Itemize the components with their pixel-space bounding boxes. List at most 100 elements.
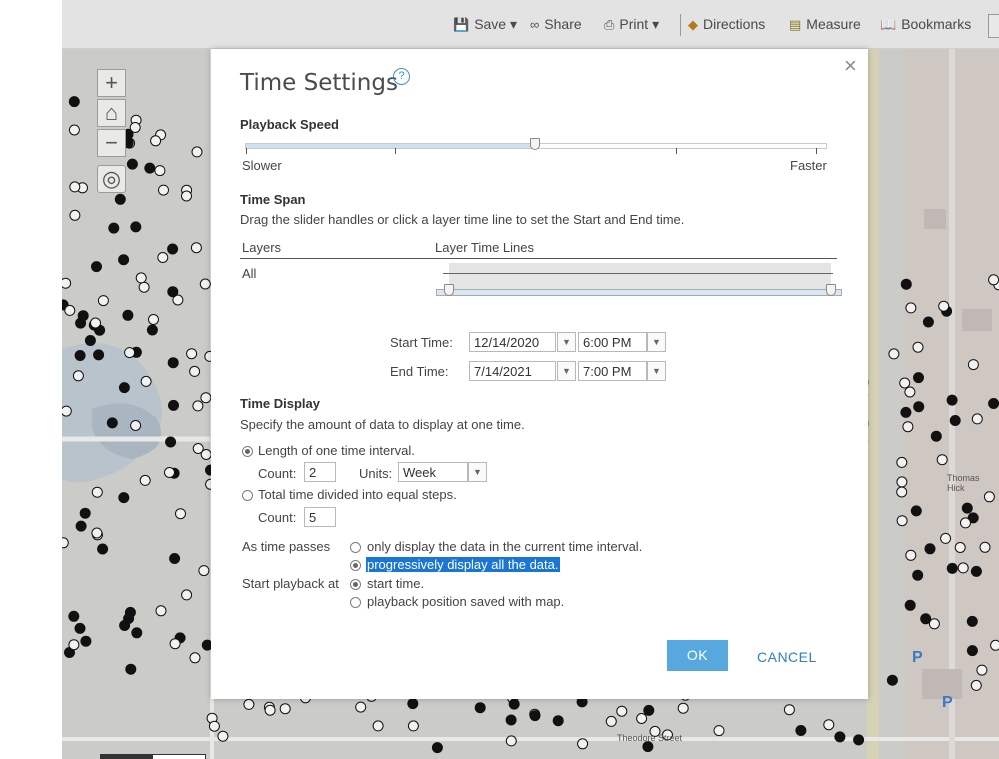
map-feature-point[interactable]: [157, 252, 169, 263]
map-feature-point[interactable]: [902, 421, 914, 433]
map-feature-point[interactable]: [69, 181, 81, 193]
map-feature-point[interactable]: [175, 508, 186, 520]
map-feature-point[interactable]: [966, 615, 978, 627]
map-feature-point[interactable]: [118, 254, 130, 266]
map-feature-point[interactable]: [783, 704, 795, 716]
map-feature-point[interactable]: [930, 430, 942, 442]
map-feature-point[interactable]: [124, 347, 136, 359]
map-feature-point[interactable]: [971, 413, 983, 425]
map-feature-point[interactable]: [106, 417, 118, 429]
map-feature-point[interactable]: [605, 715, 617, 727]
map-feature-point[interactable]: [938, 300, 950, 312]
map-feature-point[interactable]: [169, 638, 181, 650]
saved-position-radio[interactable]: [350, 597, 361, 608]
map-feature-point[interactable]: [983, 491, 995, 503]
map-feature-point[interactable]: [97, 543, 109, 555]
map-feature-point[interactable]: [888, 348, 900, 360]
map-feature-point[interactable]: [130, 221, 142, 233]
map-feature-point[interactable]: [407, 720, 419, 732]
map-feature-point[interactable]: [795, 725, 807, 736]
zoom-out-button[interactable]: −: [97, 129, 126, 157]
map-feature-point[interactable]: [91, 486, 103, 498]
map-feature-point[interactable]: [896, 515, 908, 527]
map-feature-point[interactable]: [474, 702, 486, 714]
map-feature-point[interactable]: [181, 190, 192, 202]
map-feature-point[interactable]: [165, 436, 177, 448]
close-icon[interactable]: ×: [844, 53, 857, 79]
map-feature-point[interactable]: [118, 382, 130, 394]
map-feature-point[interactable]: [949, 415, 961, 426]
current-interval-radio[interactable]: [350, 542, 361, 553]
map-feature-point[interactable]: [168, 399, 179, 411]
map-feature-point[interactable]: [181, 589, 193, 601]
locate-icon[interactable]: ◎: [97, 165, 126, 193]
map-feature-point[interactable]: [126, 158, 138, 170]
map-feature-point[interactable]: [64, 304, 76, 316]
directions-button[interactable]: ◆ Directions: [688, 16, 765, 33]
map-feature-point[interactable]: [167, 357, 179, 369]
map-feature-point[interactable]: [940, 532, 952, 544]
map-feature-point[interactable]: [131, 627, 143, 639]
map-feature-point[interactable]: [966, 645, 978, 657]
map-feature-point[interactable]: [68, 96, 80, 108]
map-feature-point[interactable]: [62, 405, 72, 417]
map-feature-point[interactable]: [189, 365, 201, 377]
map-feature-point[interactable]: [77, 310, 89, 322]
map-feature-point[interactable]: [91, 527, 103, 539]
map-feature-point[interactable]: [823, 719, 835, 731]
map-feature-point[interactable]: [192, 400, 204, 412]
map-feature-point[interactable]: [279, 703, 291, 715]
map-feature-point[interactable]: [191, 146, 203, 158]
map-feature-point[interactable]: [979, 541, 991, 553]
map-feature-point[interactable]: [976, 664, 988, 676]
map-feature-point[interactable]: [529, 710, 541, 722]
map-feature-point[interactable]: [79, 507, 91, 519]
home-icon[interactable]: ⌂: [97, 99, 126, 127]
map-feature-point[interactable]: [896, 476, 908, 488]
map-feature-point[interactable]: [90, 317, 101, 329]
map-feature-point[interactable]: [167, 243, 179, 255]
map-feature-point[interactable]: [140, 375, 152, 387]
map-feature-point[interactable]: [677, 702, 689, 714]
chevron-down-icon[interactable]: ▼: [468, 462, 487, 482]
map-feature-point[interactable]: [167, 286, 179, 298]
map-feature-point[interactable]: [960, 517, 971, 529]
chevron-down-icon[interactable]: ▼: [647, 332, 666, 352]
map-feature-point[interactable]: [920, 613, 932, 625]
start-date-input[interactable]: 12/14/2020: [469, 332, 556, 352]
steps-radio[interactable]: [242, 490, 253, 501]
map-feature-point[interactable]: [407, 698, 419, 710]
save-menu[interactable]: 💾 Save ▾: [453, 16, 517, 33]
measure-button[interactable]: ▤ Measure: [789, 16, 861, 33]
map-feature-point[interactable]: [905, 549, 917, 561]
chevron-down-icon[interactable]: ▼: [647, 361, 666, 381]
help-icon[interactable]: ?: [393, 68, 410, 85]
steps-count-input[interactable]: 5: [304, 507, 336, 527]
map-feature-point[interactable]: [119, 620, 131, 631]
map-feature-point[interactable]: [642, 741, 654, 753]
map-feature-point[interactable]: [946, 562, 958, 574]
map-feature-point[interactable]: [936, 454, 948, 466]
map-feature-point[interactable]: [150, 135, 162, 147]
map-feature-point[interactable]: [896, 456, 908, 468]
map-feature-point[interactable]: [355, 701, 367, 713]
map-feature-point[interactable]: [62, 537, 69, 549]
map-feature-point[interactable]: [169, 553, 181, 564]
map-feature-point[interactable]: [970, 565, 982, 577]
end-time-handle[interactable]: [826, 284, 836, 296]
map-feature-point[interactable]: [198, 565, 210, 577]
map-feature-point[interactable]: [164, 467, 175, 478]
map-feature-point[interactable]: [853, 734, 865, 746]
map-feature-point[interactable]: [912, 341, 924, 353]
print-menu[interactable]: ⎙ Print ▾: [604, 16, 659, 33]
map-feature-point[interactable]: [505, 714, 517, 726]
map-feature-point[interactable]: [75, 520, 87, 532]
share-button[interactable]: ∞ Share: [530, 16, 582, 32]
map-feature-point[interactable]: [577, 738, 589, 750]
map-feature-point[interactable]: [913, 401, 925, 413]
map-feature-point[interactable]: [954, 542, 966, 553]
map-feature-point[interactable]: [200, 449, 212, 460]
map-feature-point[interactable]: [900, 406, 912, 418]
map-feature-point[interactable]: [146, 324, 158, 336]
map-feature-point[interactable]: [899, 377, 911, 389]
